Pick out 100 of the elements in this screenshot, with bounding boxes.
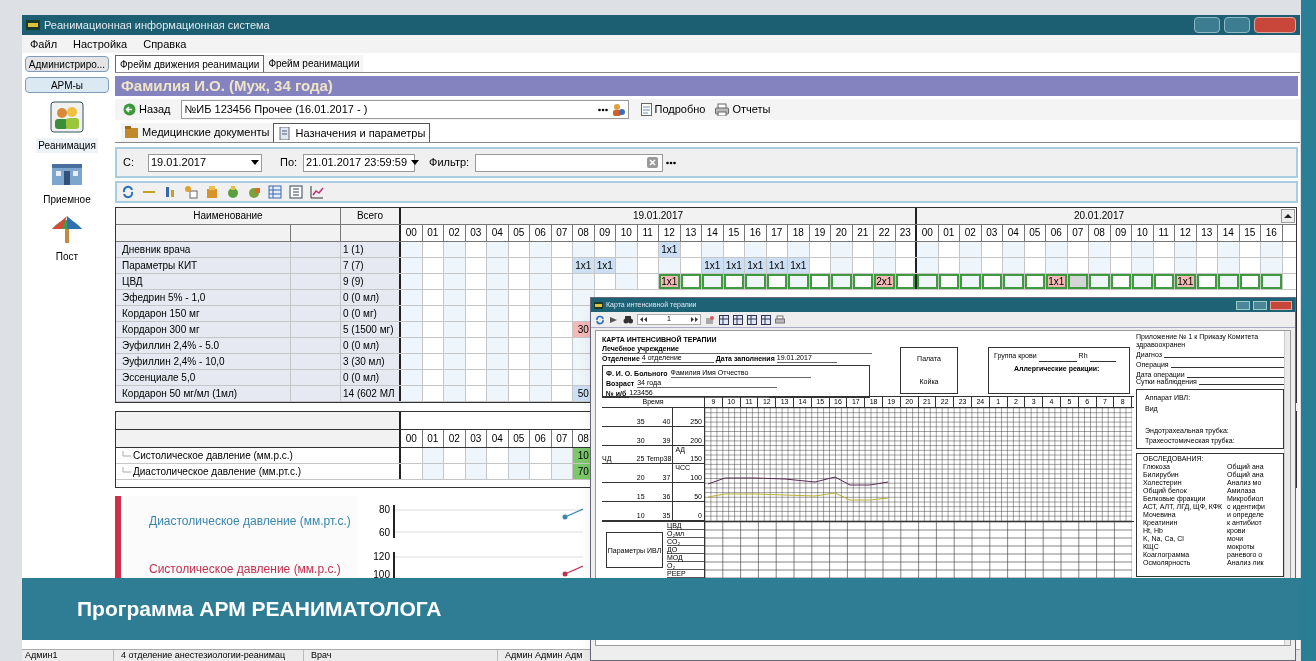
hour-header: 04 [487, 430, 509, 447]
row-name: Кордарон 150 мг [116, 306, 291, 321]
hour-header: 06 [530, 430, 552, 447]
scroll-up-icon [1281, 209, 1295, 223]
back-arrow-icon [123, 103, 136, 116]
ellipsis-icon [597, 107, 608, 112]
details-button[interactable]: Подробно [640, 100, 706, 119]
row-total: 14 (602 МЛ [341, 386, 401, 401]
binoculars-icon[interactable] [623, 314, 633, 325]
add-icon[interactable] [184, 185, 198, 199]
bars-icon[interactable] [163, 185, 177, 199]
legend-label: Диастолическое давление (мм.рт.с.) [148, 513, 352, 530]
table-cell: 1x1 [788, 258, 810, 273]
tab[interactable]: Медицинские документы [121, 123, 274, 142]
table-icon[interactable] [733, 314, 743, 325]
sidebar-button[interactable]: АРМ-ы [25, 77, 109, 93]
app-icon [26, 20, 40, 30]
row-name: ЦВД [116, 274, 291, 289]
caret-icon [251, 160, 259, 165]
case-field[interactable]: №ИБ 123456 Прочее (16.01.2017 - ) [180, 100, 629, 119]
ellipsis-icon [666, 160, 677, 165]
table-cell: 1x1 [766, 258, 788, 273]
table-cell: 1x1 [1175, 274, 1197, 289]
status-text: 4 отделение анестезиологии-реанимац [118, 650, 304, 661]
hour-header: 02 [444, 430, 466, 447]
filter-field[interactable] [475, 153, 664, 172]
refresh-icon[interactable] [595, 314, 605, 325]
axis-tick-label: 100 [373, 570, 390, 580]
table-cell: 1x1 [594, 258, 616, 273]
row-total: 0 (0 мл) [341, 338, 401, 353]
menu-item[interactable]: Настройка [73, 35, 128, 53]
minimize-button[interactable] [1236, 300, 1250, 310]
close-button[interactable] [1254, 17, 1296, 33]
table-cell: 1x1 [659, 274, 681, 289]
axis-tick-label: 120 [373, 552, 390, 562]
hour-header: 07 [551, 430, 573, 447]
box-icon[interactable] [205, 185, 219, 199]
row-name: Дневник врача [116, 242, 291, 257]
chart-icon[interactable] [310, 185, 324, 199]
arrow-icon[interactable] [609, 314, 619, 325]
header-cell [341, 225, 401, 241]
date-dropdown[interactable]: 19.01.2017 [148, 153, 262, 172]
hour-header: 05 [508, 430, 530, 447]
box-icon[interactable] [247, 185, 261, 199]
table-icon[interactable] [719, 314, 729, 325]
back-button[interactable]: Назад [121, 100, 173, 119]
tab[interactable]: Фрейм движения реанимации [115, 55, 265, 72]
day-header: 19.01.2017 [401, 208, 917, 224]
close-button[interactable] [1270, 300, 1292, 310]
form-icon [278, 126, 292, 140]
building-icon[interactable] [50, 161, 84, 187]
status-text: Врач [308, 650, 498, 661]
axis-tick-label: 60 [378, 528, 390, 538]
row-name: Кордарон 300 мг [116, 322, 291, 337]
filter-label: Фильтр: [429, 155, 470, 171]
sidebar-button[interactable]: Администриро... [25, 56, 109, 72]
reports-button[interactable]: Отчеты [715, 100, 771, 119]
table-icon[interactable] [761, 314, 771, 325]
printer-icon[interactable] [775, 314, 785, 325]
table-cell: 1x1 [659, 242, 681, 257]
maximize-button[interactable] [1224, 17, 1250, 33]
sidebar-item[interactable]: Приемное [41, 192, 93, 207]
window-title: Реанимационная информационная система [44, 17, 270, 33]
row-total: 3 (30 мл) [341, 354, 401, 369]
tab[interactable]: Назначения и параметры [273, 123, 431, 142]
row-total: 9 (9) [341, 274, 401, 289]
table-cell: 1x1 [745, 258, 767, 273]
tab[interactable]: Фрейм реанимации [264, 55, 364, 72]
from-label: С: [123, 155, 134, 171]
row-name: Эуфиллин 2,4% - 5.0 [116, 338, 291, 353]
row-total: 0 (0 мл) [341, 290, 401, 305]
row-total: 5 (1500 мг) [341, 322, 401, 337]
hour-header: 01 [422, 430, 444, 447]
hour-header: 03 [465, 430, 487, 447]
table-icon[interactable] [747, 314, 757, 325]
person-icon [611, 103, 625, 116]
date-dropdown[interactable]: 21.01.2017 23:59:59 [303, 153, 416, 172]
table-cell [895, 274, 917, 289]
box-icon[interactable] [226, 185, 240, 199]
menu-item[interactable]: Файл [30, 35, 58, 53]
refresh-icon[interactable] [121, 185, 135, 199]
column-header: Наименование [116, 208, 341, 224]
row-total: 7 (7) [341, 258, 401, 273]
patient-header: Фамилия И.О. (Муж, 34 года) [115, 76, 1298, 96]
umbrella-icon[interactable] [50, 215, 84, 244]
row-name: Эссенциале 5,0 [116, 370, 291, 385]
table-cell: 1x1 [1046, 274, 1068, 289]
legend-label: Систолическое давление (мм.р.с.) [148, 561, 342, 578]
menu-item[interactable]: Справка [143, 35, 187, 53]
first-page-icon [640, 317, 648, 322]
people-icon[interactable] [50, 101, 84, 133]
maximize-button[interactable] [1253, 300, 1267, 310]
row-name: Эуфиллин 2,4% - 10,0 [116, 354, 291, 369]
table-cell: 1x1 [573, 258, 595, 273]
sidebar-item[interactable]: Реанимация [36, 138, 98, 153]
last-page-icon [690, 317, 698, 322]
folder-icon [125, 126, 138, 139]
row-total: 0 (0 мл) [341, 370, 401, 385]
minimize-button[interactable] [1194, 17, 1220, 33]
row-name: Параметры КИТ [116, 258, 291, 273]
